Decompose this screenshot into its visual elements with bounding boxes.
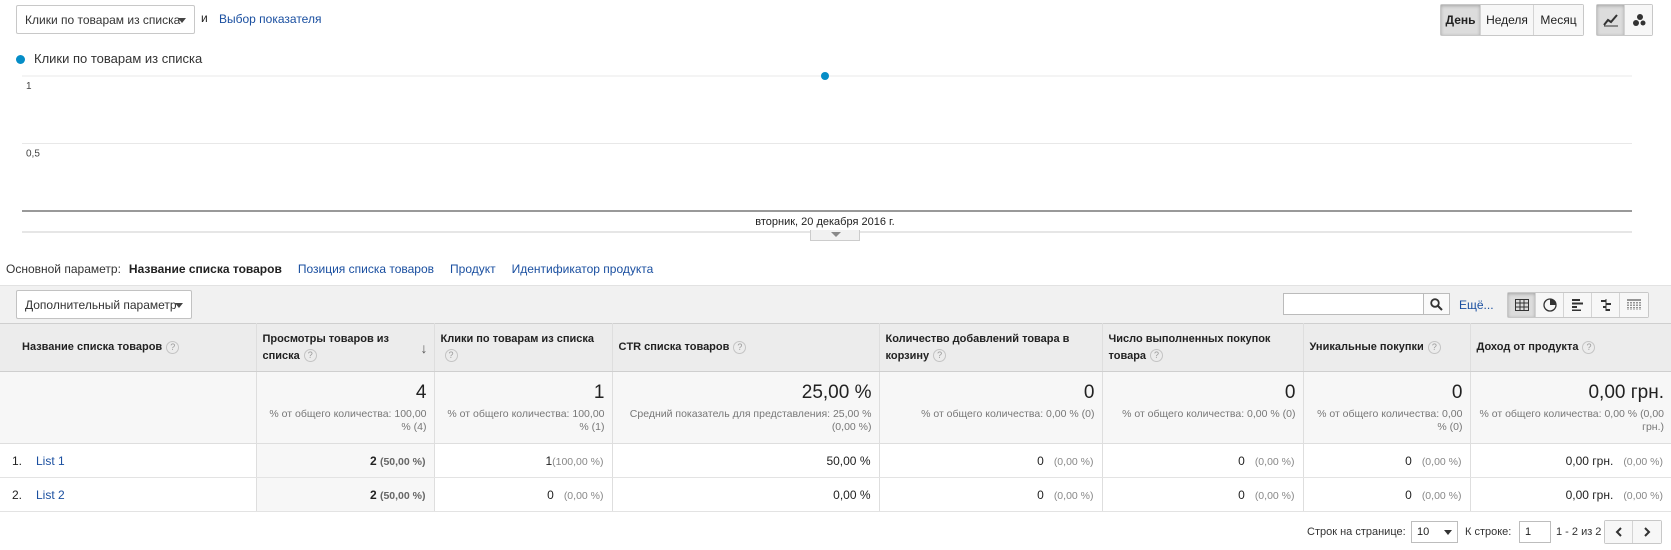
row-ctr-cell: 0,00 % — [612, 477, 880, 512]
search-button[interactable] — [1423, 293, 1450, 315]
line-chart: 1 0,5 вторник, 20 декабря 2016 г. — [22, 72, 1632, 233]
more-button[interactable]: Ещё... — [1459, 298, 1494, 312]
metric-select[interactable]: Клики по товарам из списка — [16, 5, 195, 34]
dimension-list-position[interactable]: Позиция списка товаров — [298, 262, 434, 276]
pivot-view-icon[interactable] — [1620, 293, 1648, 317]
search-icon — [1430, 297, 1443, 311]
table-search-input[interactable] — [1283, 293, 1424, 315]
period-week-button[interactable]: Неделя — [1481, 5, 1534, 35]
previous-page-icon[interactable] — [1605, 521, 1633, 543]
dimension-list-name[interactable]: Название списка товаров — [129, 262, 282, 276]
select-metric-link[interactable]: Выбор показателя — [219, 12, 321, 26]
help-icon[interactable]: ? — [303, 349, 317, 363]
row-revenue-cell: 0,00 грн. (0,00 %) — [1470, 477, 1671, 512]
table-view-icon[interactable] — [1508, 293, 1536, 317]
x-tick-label: вторник, 20 декабря 2016 г. — [755, 216, 894, 228]
period-day-button[interactable]: День — [1441, 5, 1481, 35]
row-unique-cell: 0 (0,00 %) — [1303, 443, 1471, 478]
row-ctr-cell: 50,00 % — [612, 443, 880, 478]
secondary-dimension-label: Дополнительный параметр — [25, 297, 177, 312]
primary-dimension-bar: Основной параметр: Название списка товар… — [6, 262, 653, 276]
period-switch: День Неделя Месяц — [1440, 4, 1584, 36]
column-header-list-views[interactable]: Просмотры товаров из списка? ↓ — [256, 323, 435, 372]
row-clicks-cell: 0 (0,00 %) — [434, 477, 613, 512]
totals-cell: 25,00 % Средний показатель для представле… — [612, 371, 880, 444]
row-unique-cell: 0 (0,00 %) — [1303, 477, 1471, 512]
table-header-row: Название списка товаров? Просмотры товар… — [0, 323, 1671, 372]
row-rank: 2. — [12, 487, 23, 502]
column-header-list-clicks[interactable]: Клики по товарам из списка? — [434, 323, 613, 372]
row-name-link[interactable]: List 1 — [36, 454, 65, 468]
line-chart-icon[interactable] — [1597, 5, 1625, 35]
motion-chart-icon[interactable] — [1625, 5, 1652, 35]
row-adds-cell: 0 (0,00 %) — [879, 443, 1103, 478]
primary-dimension-label: Основной параметр: — [6, 262, 121, 276]
row-name-cell: 1. List 1 — [0, 443, 257, 478]
period-month-button[interactable]: Месяц — [1534, 5, 1583, 35]
row-adds-cell: 0 (0,00 %) — [879, 477, 1103, 512]
totals-cell: 0% от общего количества: 0,00 % (0) — [1102, 371, 1304, 444]
column-header-purchases[interactable]: Число выполненных покупок товара? — [1102, 323, 1304, 372]
totals-cell: 4% от общего количества: 100,00 % (4) — [256, 371, 435, 444]
bar-view-icon[interactable] — [1564, 293, 1592, 317]
rows-per-page-select[interactable]: 10 — [1411, 521, 1458, 543]
data-point — [821, 72, 829, 80]
data-table: Название списка товаров? Просмотры товар… — [0, 323, 1671, 512]
column-header-list-name[interactable]: Название списка товаров? — [0, 323, 257, 372]
row-rank: 1. — [12, 453, 23, 468]
goto-row-label: К строке: — [1465, 526, 1512, 538]
row-range-label: 1 - 2 из 2 — [1556, 526, 1602, 538]
y-tick-label: 1 — [26, 81, 32, 92]
help-icon[interactable]: ? — [1150, 349, 1164, 363]
pie-view-icon[interactable] — [1536, 293, 1564, 317]
metric-select-label: Клики по товарам из списка — [25, 12, 181, 27]
column-header-list-ctr[interactable]: CTR списка товаров? — [612, 323, 880, 372]
pager — [1604, 520, 1662, 544]
chart-type-switch — [1596, 4, 1653, 36]
totals-row: 4% от общего количества: 100,00 % (4) 1%… — [0, 371, 1671, 444]
help-icon[interactable]: ? — [1582, 340, 1596, 354]
row-name-cell: 2. List 2 — [0, 477, 257, 512]
row-views-cell: 2 (50,00 %) — [256, 443, 435, 478]
row-purchases-cell: 0 (0,00 %) — [1102, 443, 1304, 478]
sort-desc-icon: ↓ — [420, 340, 428, 356]
chevron-down-icon — [1444, 530, 1452, 535]
help-icon[interactable]: ? — [444, 349, 458, 363]
secondary-dimension-select[interactable]: Дополнительный параметр — [16, 290, 192, 319]
totals-cell: 1% от общего количества: 100,00 % (1) — [434, 371, 613, 444]
goto-row-input[interactable]: 1 — [1519, 521, 1551, 543]
totals-empty-cell — [0, 371, 257, 444]
row-revenue-cell: 0,00 грн. (0,00 %) — [1470, 443, 1671, 478]
row-purchases-cell: 0 (0,00 %) — [1102, 477, 1304, 512]
totals-cell: 0% от общего количества: 0,00 % (0) — [879, 371, 1103, 444]
rows-per-page-value: 10 — [1417, 526, 1430, 538]
table-row: 1. List 1 2 (50,00 %) 1(100,00 %) 50,00 %… — [0, 443, 1671, 478]
table-row: 2. List 2 2 (50,00 %) 0 (0,00 %) 0,00 % 0(… — [0, 477, 1671, 512]
row-name-link[interactable]: List 2 — [36, 488, 65, 502]
column-header-unique-purchases[interactable]: Уникальные покупки? — [1303, 323, 1471, 372]
column-header-add-to-cart[interactable]: Количество добавлений товара в корзину? — [879, 323, 1103, 372]
help-icon[interactable]: ? — [1427, 340, 1441, 354]
next-page-icon[interactable] — [1633, 521, 1661, 543]
totals-cell: 0,00 грн.% от общего количества: 0,00 % … — [1470, 371, 1671, 444]
rows-per-page-label: Строк на странице: — [1307, 526, 1406, 538]
dimension-product-id[interactable]: Идентификатор продукта — [512, 262, 654, 276]
help-icon[interactable]: ? — [166, 340, 180, 354]
help-icon[interactable]: ? — [933, 349, 947, 363]
table-view-switch — [1507, 292, 1649, 318]
chevron-down-icon — [175, 303, 183, 308]
and-label: и — [201, 11, 208, 25]
dimension-product[interactable]: Продукт — [450, 262, 496, 276]
y-tick-label: 0,5 — [26, 149, 40, 160]
row-views-cell: 2 (50,00 %) — [256, 477, 435, 512]
row-clicks-cell: 1(100,00 %) — [434, 443, 613, 478]
chart-expand-handle[interactable] — [810, 230, 860, 241]
totals-cell: 0% от общего количества: 0,00 % (0) — [1303, 371, 1471, 444]
column-header-revenue[interactable]: Доход от продукта? — [1470, 323, 1671, 372]
help-icon[interactable]: ? — [733, 340, 747, 354]
comparison-view-icon[interactable] — [1592, 293, 1620, 317]
chevron-down-icon — [178, 18, 186, 23]
